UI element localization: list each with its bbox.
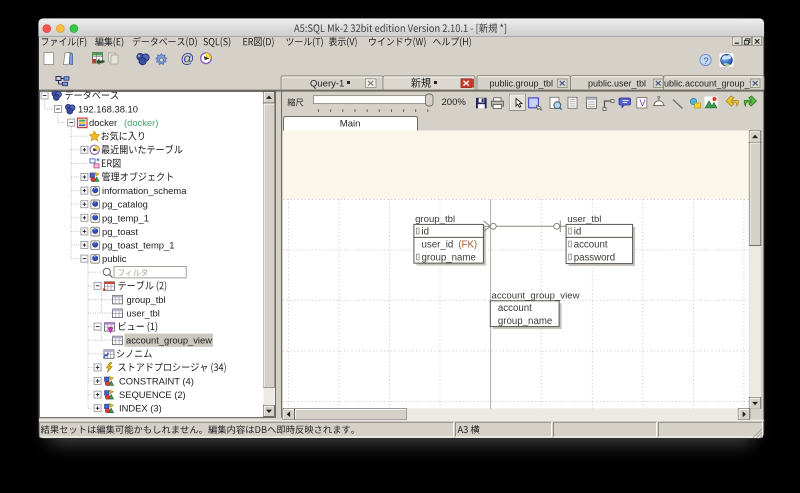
svg-text:password: password [574, 252, 615, 263]
svg-text:group_tbl: group_tbl [127, 294, 166, 305]
svg-text:id: id [574, 226, 582, 237]
svg-text:192.168.38.10: 192.168.38.10 [78, 104, 138, 115]
svg-text:INDEX (3): INDEX (3) [119, 403, 162, 414]
svg-text:SEQUENCE (2): SEQUENCE (2) [119, 389, 186, 400]
svg-text:account_group_view: account_group_view [492, 291, 580, 302]
svg-text:id: id [422, 226, 430, 237]
svg-text:Query-1: Query-1 [310, 78, 344, 89]
svg-text:docker: docker [89, 117, 117, 128]
svg-text:pg_toast: pg_toast [102, 226, 138, 237]
svg-text:account: account [498, 303, 532, 314]
svg-text:(FK): (FK) [458, 239, 477, 250]
svg-text:@: @ [181, 51, 195, 66]
svg-text:pg_catalog: pg_catalog [102, 199, 148, 210]
svg-text:ublic.account_group_v: ublic.account_group_v [664, 78, 755, 88]
svg-text:group_name: group_name [422, 252, 476, 263]
svg-text:public.user_tbl: public.user_tbl [588, 78, 646, 88]
svg-text:public: public [102, 253, 127, 264]
svg-text:200%: 200% [442, 97, 467, 108]
svg-text:group_tbl: group_tbl [415, 214, 455, 225]
svg-text:CONSTRAINT (4): CONSTRAINT (4) [119, 376, 194, 387]
svg-text:user_tbl: user_tbl [127, 308, 160, 319]
svg-text:V: V [640, 98, 646, 108]
svg-text:account_group_view: account_group_view [126, 335, 212, 346]
svg-text:information_schema: information_schema [102, 185, 187, 196]
svg-text:?: ? [703, 56, 708, 67]
svg-text:account: account [574, 239, 608, 250]
svg-text:pg_toast_temp_1: pg_toast_temp_1 [102, 240, 174, 251]
svg-text:Main: Main [340, 118, 361, 129]
svg-text:group_name: group_name [498, 316, 552, 327]
svg-text:pg_temp_1: pg_temp_1 [102, 212, 149, 223]
svg-text:(docker): (docker) [124, 117, 158, 128]
svg-text:user_id: user_id [422, 239, 454, 250]
svg-text:public.group_tbl: public.group_tbl [490, 78, 554, 88]
svg-text:user_tbl: user_tbl [567, 214, 601, 225]
